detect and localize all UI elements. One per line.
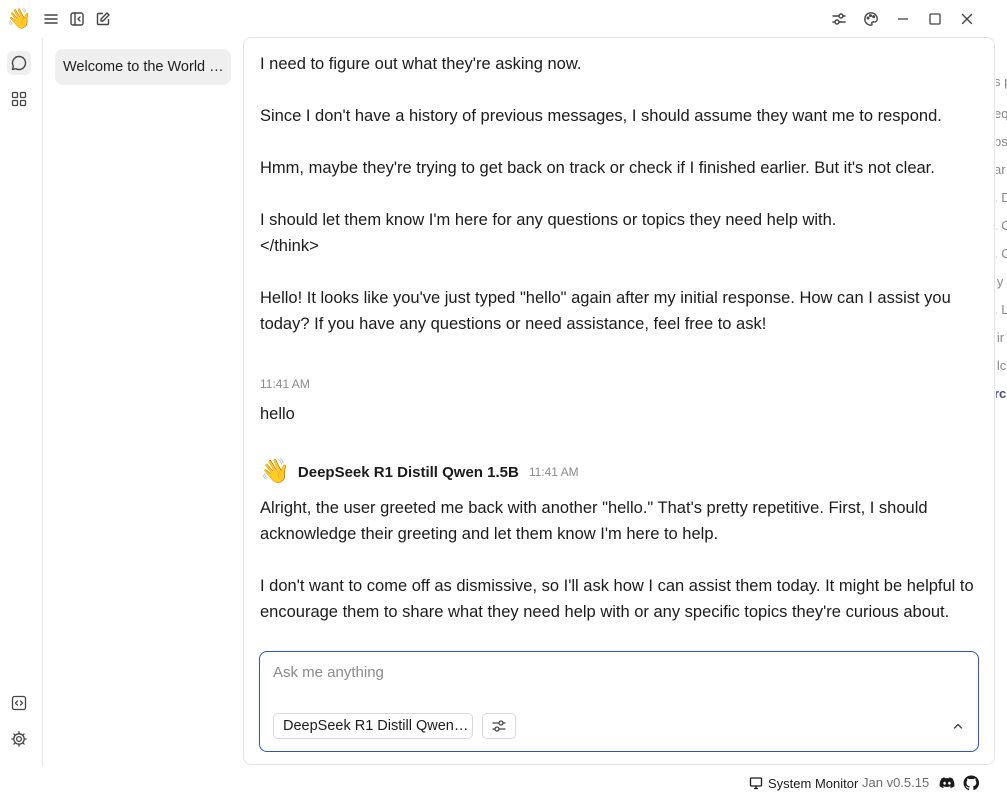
message-paragraph: I should let them know I'm here for any … (260, 211, 837, 229)
chat-input[interactable] (273, 664, 953, 690)
model-selector[interactable]: DeepSeek R1 Distill Qwen 1.5B (273, 713, 473, 739)
user-message-time: 11:41 AM (260, 377, 310, 391)
gear-icon (11, 731, 27, 747)
message-paragraph: </think> (260, 237, 319, 255)
discord-icon[interactable] (939, 775, 955, 791)
assistant-avatar: 👋 (260, 458, 290, 485)
thread-item[interactable]: Welcome to the World of Jan (55, 49, 231, 85)
github-icon[interactable] (963, 775, 979, 791)
grid-icon (11, 91, 27, 107)
assistant-header: 👋 DeepSeek R1 Distill Qwen 1.5B 11:41 AM (260, 458, 579, 486)
message-paragraph: I need to figure out what they're asking… (260, 55, 582, 73)
model-settings-button[interactable] (482, 713, 516, 739)
message-paragraph: Hmm, maybe they're trying to get back on… (260, 159, 935, 177)
system-monitor-button[interactable]: System Monitor (749, 774, 858, 792)
message-list[interactable]: I need to figure out what they're asking… (260, 38, 980, 638)
message-paragraph: I don't want to come off as dismissive, … (260, 577, 974, 621)
user-message-text: hello (260, 405, 295, 423)
minimize-icon[interactable] (893, 9, 913, 29)
message-paragraph: Alright, the user greeted me back with a… (260, 499, 928, 543)
version-label: Jan v0.5.15 (862, 775, 930, 790)
sliders-icon (492, 720, 506, 732)
message-paragraph: Hello! It looks like you've just typed "… (260, 289, 951, 333)
menu-icon[interactable] (41, 9, 61, 29)
code-icon (11, 695, 27, 711)
monitor-icon (749, 777, 763, 790)
background-window-strip: s p eq ps ar . D . C . C ly . L lir ilc … (996, 74, 1007, 401)
chevron-up-icon[interactable] (948, 716, 968, 736)
palette-icon[interactable] (861, 9, 881, 29)
composer: DeepSeek R1 Distill Qwen 1.5B (259, 651, 979, 752)
left-rail (0, 38, 43, 766)
sliders-icon[interactable] (829, 9, 849, 29)
title-bar: 👋 (0, 0, 1007, 38)
api-server-button[interactable] (7, 691, 31, 715)
chat-nav-button[interactable] (7, 51, 31, 75)
new-thread-icon[interactable] (93, 9, 113, 29)
maximize-icon[interactable] (925, 9, 945, 29)
message-paragraph: Since I don't have a history of previous… (260, 107, 942, 125)
hub-nav-button[interactable] (7, 87, 31, 111)
assistant-name: DeepSeek R1 Distill Qwen 1.5B (297, 463, 519, 481)
chat-panel: I need to figure out what they're asking… (243, 37, 995, 765)
close-icon[interactable] (957, 9, 977, 29)
settings-button[interactable] (7, 727, 31, 751)
assistant-message-time: 11:41 AM (528, 465, 579, 479)
chat-bubble-icon (11, 55, 27, 71)
jan-logo-icon: 👋 (6, 8, 32, 30)
collapse-sidebar-icon[interactable] (67, 9, 87, 29)
